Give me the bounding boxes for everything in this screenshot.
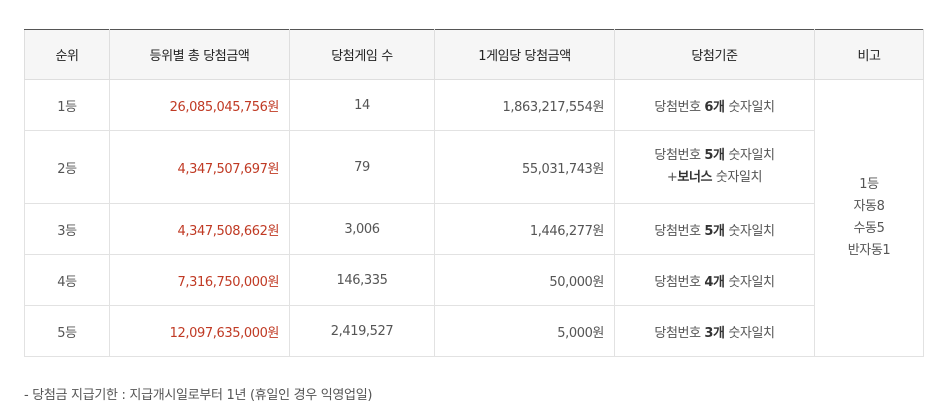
criteria-prefix: 당첨번호 [654, 274, 705, 290]
criteria-cell: 당첨번호 5개 숫자일치 +보너스 숫자일치 [614, 130, 815, 204]
criteria-prefix: 당첨번호 [654, 223, 705, 239]
header-criteria: 당첨기준 [614, 29, 815, 80]
payment-deadline-note: - 당첨금 지급기한 : 지급개시일로부터 1년 (휴일인 경우 익영업일) [24, 388, 373, 403]
criteria-suffix: 숫자일치 [724, 325, 775, 341]
header-winning-games: 당첨게임 수 [289, 29, 435, 80]
note-cell: 1등 자동8 수동5 반자동1 [814, 79, 924, 357]
per-game-cell: 55,031,743원 [434, 130, 615, 204]
criteria-cell: 당첨번호 3개 숫자일치 [614, 305, 815, 357]
per-game-cell: 50,000원 [434, 254, 615, 306]
criteria-count: 3개 [704, 325, 725, 341]
criteria-prefix: 당첨번호 [654, 99, 705, 115]
table-row: 1등 26,085,045,756원 14 1,863,217,554원 당첨번… [24, 79, 924, 357]
criteria-count: 5개 [704, 223, 725, 239]
criteria-suffix: 숫자일치 [724, 99, 775, 115]
games-cell: 14 [289, 79, 435, 131]
criteria-suffix: 숫자일치 [724, 223, 775, 239]
table-row: 5등 12,097,635,000원 2,419,527 5,000원 당첨번호… [24, 305, 924, 357]
criteria-prefix: 당첨번호 [654, 148, 705, 163]
header-rank: 순위 [24, 29, 110, 80]
games-cell: 146,335 [289, 254, 435, 306]
prize-table: 순위 등위별 총 당첨금액 당첨게임 수 1게임당 당첨금액 당첨기준 비고 1… [24, 29, 924, 357]
header-per-game-amount: 1게임당 당첨금액 [434, 29, 615, 80]
header-total-amount: 등위별 총 당첨금액 [109, 29, 290, 80]
table-row: 2등 4,347,507,697원 79 55,031,743원 당첨번호 5개… [24, 130, 924, 204]
criteria-bonus: 보너스 [677, 170, 713, 185]
criteria-cell: 당첨번호 5개 숫자일치 [614, 203, 815, 255]
total-amount-cell: 12,097,635,000원 [109, 305, 290, 357]
games-cell: 3,006 [289, 203, 435, 255]
note-line: 반자동1 [847, 243, 891, 258]
note-line: 자동8 [853, 199, 885, 214]
per-game-cell: 1,863,217,554원 [434, 79, 615, 131]
per-game-cell: 5,000원 [434, 305, 615, 357]
note-line: 1등 [859, 177, 879, 192]
rank-cell: 2등 [24, 130, 110, 204]
games-cell: 79 [289, 130, 435, 204]
criteria-line-bonus: +보너스 숫자일치 [616, 167, 813, 189]
per-game-cell: 1,446,277원 [434, 203, 615, 255]
rank-cell: 3등 [24, 203, 110, 255]
criteria-count: 4개 [704, 274, 725, 290]
criteria-bonus-suffix: 숫자일치 [712, 170, 763, 185]
note-line: 수동5 [853, 221, 885, 236]
criteria-count: 6개 [704, 99, 725, 115]
table-row: 4등 7,316,750,000원 146,335 50,000원 당첨번호 4… [24, 254, 924, 306]
rank-cell: 1등 [24, 79, 110, 131]
criteria-cell: 당첨번호 4개 숫자일치 [614, 254, 815, 306]
criteria-bonus-prefix: + [666, 170, 678, 185]
total-amount-cell: 4,347,508,662원 [109, 203, 290, 255]
rank-cell: 4등 [24, 254, 110, 306]
criteria-line: 당첨번호 5개 숫자일치 [616, 145, 813, 167]
prize-table-container: 순위 등위별 총 당첨금액 당첨게임 수 1게임당 당첨금액 당첨기준 비고 1… [24, 29, 924, 357]
table-row: 3등 4,347,508,662원 3,006 1,446,277원 당첨번호 … [24, 203, 924, 255]
table-header-row: 순위 등위별 총 당첨금액 당첨게임 수 1게임당 당첨금액 당첨기준 비고 [24, 29, 924, 80]
rank-cell: 5등 [24, 305, 110, 357]
total-amount-cell: 4,347,507,697원 [109, 130, 290, 204]
total-amount-cell: 26,085,045,756원 [109, 79, 290, 131]
criteria-cell: 당첨번호 6개 숫자일치 [614, 79, 815, 131]
games-cell: 2,419,527 [289, 305, 435, 357]
criteria-suffix: 숫자일치 [724, 274, 775, 290]
criteria-count: 5개 [704, 148, 725, 163]
criteria-prefix: 당첨번호 [654, 325, 705, 341]
criteria-suffix: 숫자일치 [724, 148, 775, 163]
header-note: 비고 [814, 29, 924, 80]
total-amount-cell: 7,316,750,000원 [109, 254, 290, 306]
